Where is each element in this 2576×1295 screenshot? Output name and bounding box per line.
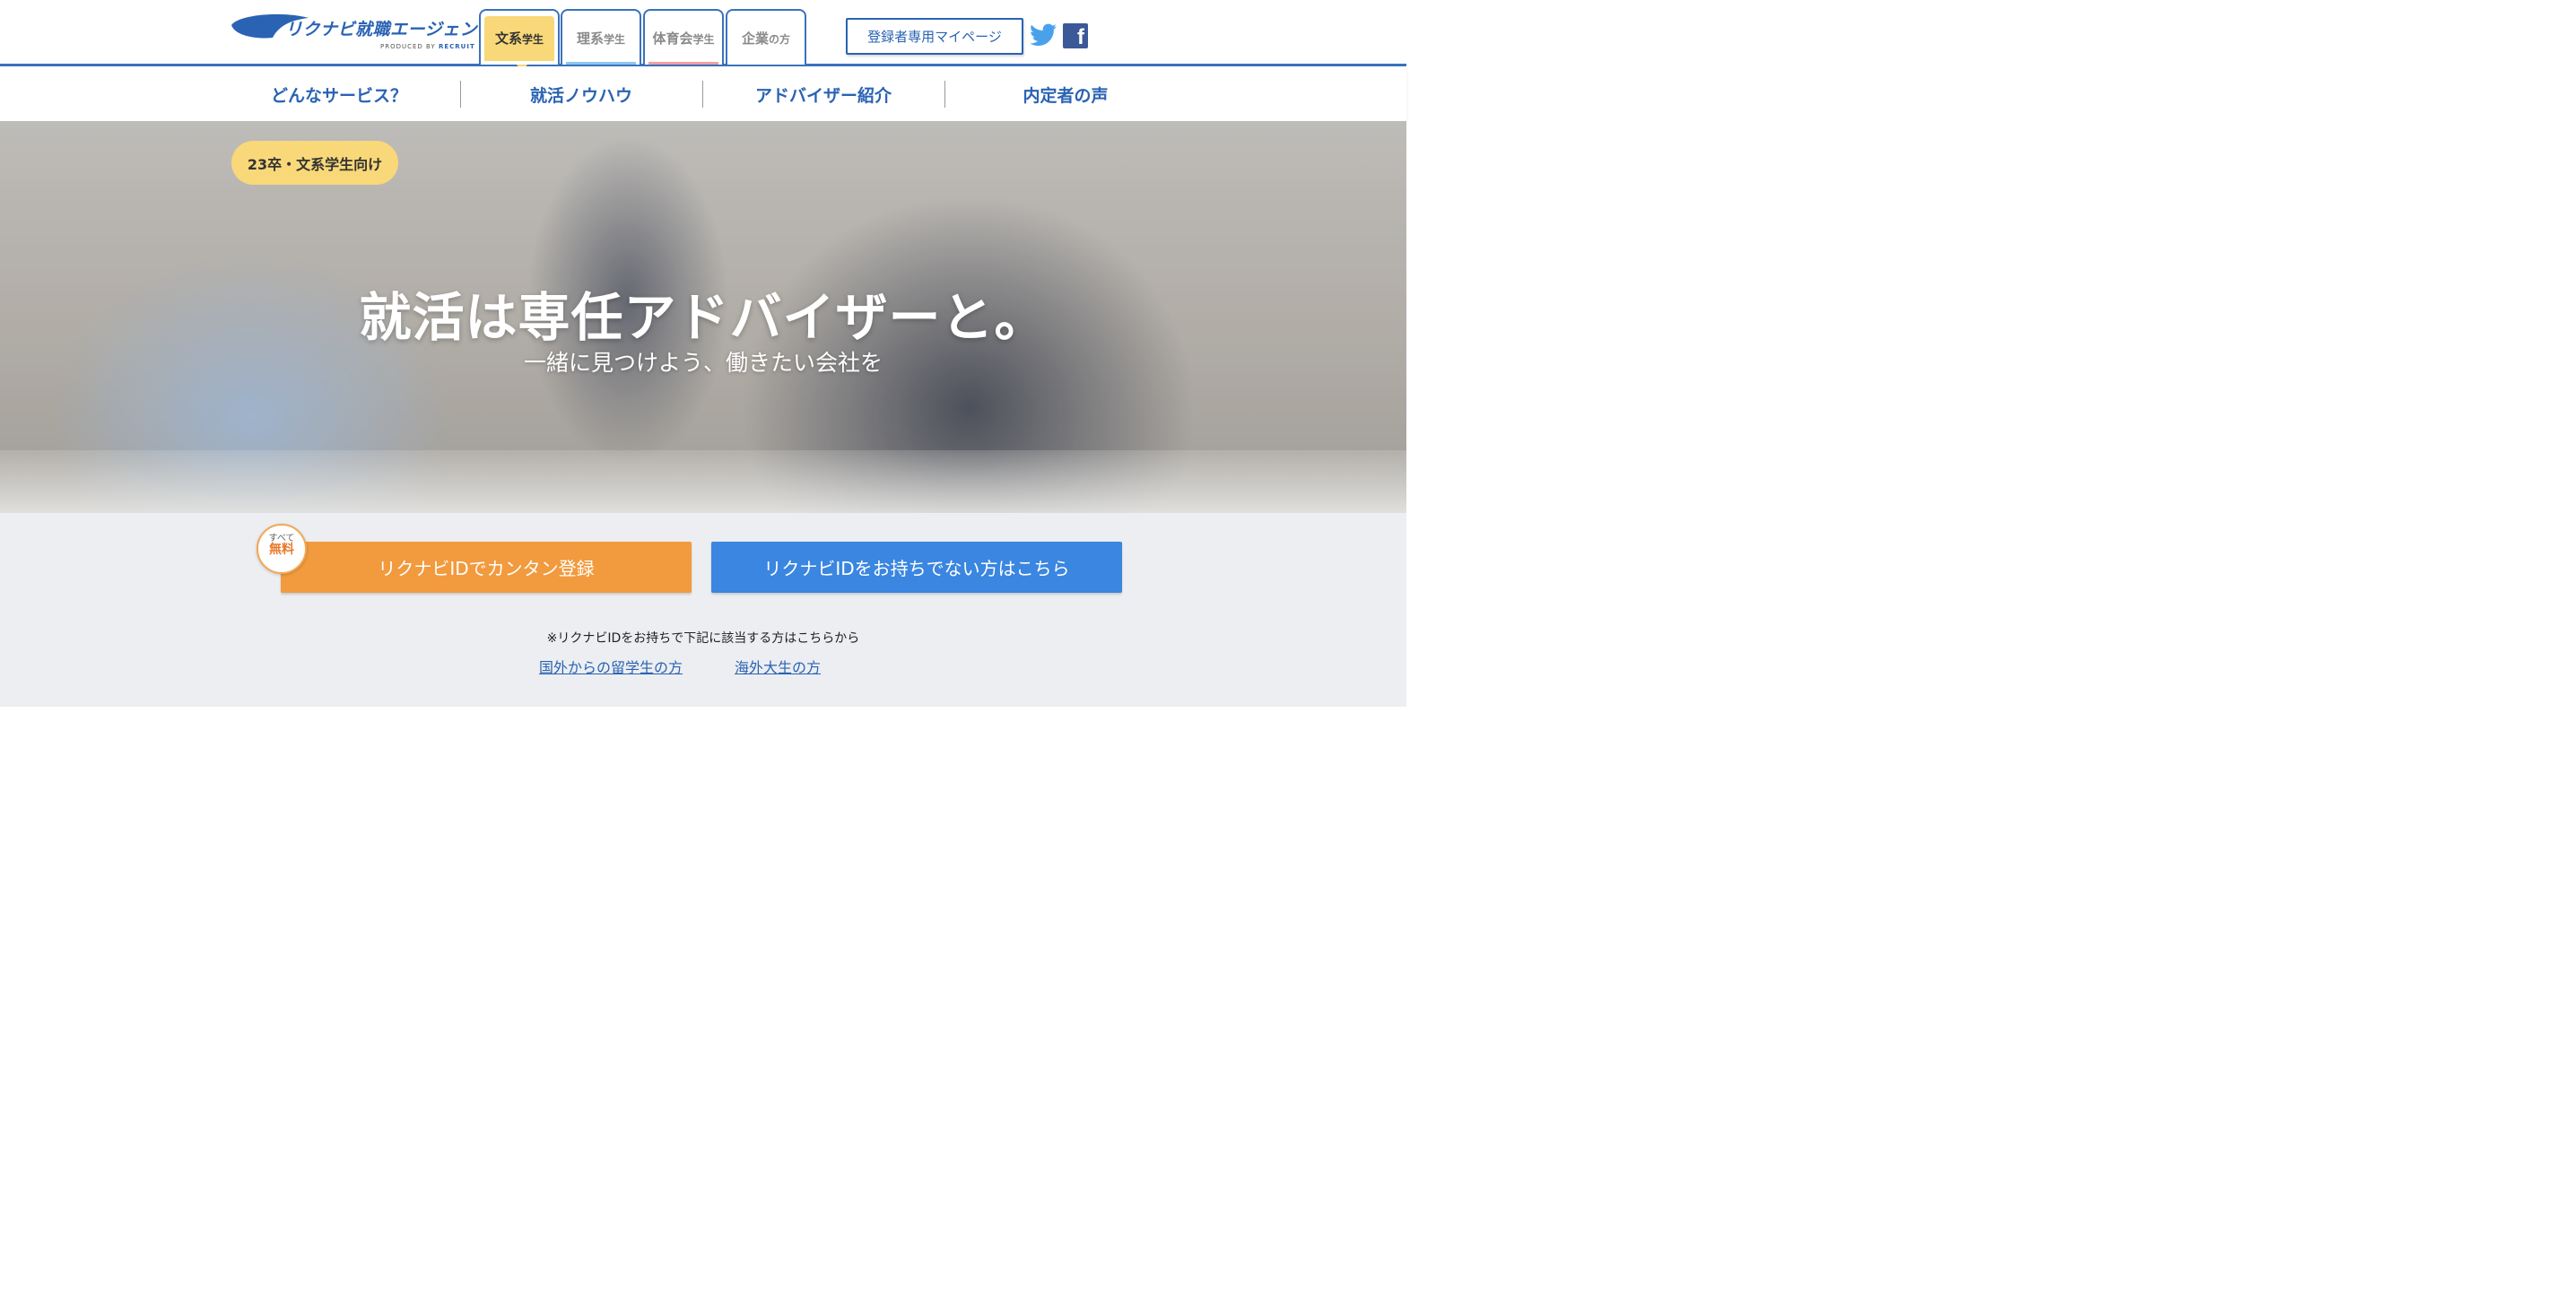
twitter-icon[interactable]	[1030, 23, 1057, 47]
tab-label: 理系学生	[577, 29, 625, 48]
target-audience-badge: 23卒・文系学生向け	[231, 141, 398, 185]
hero-title: 就活は専任アドバイザーと。	[359, 287, 1048, 348]
register-without-id-button[interactable]: リクナビIDをお持ちでない方はこちら	[711, 542, 1122, 593]
logo-produced-by-label: PRODUCED BY	[380, 43, 439, 50]
logo-text: リクナビ就職エージェント	[285, 20, 495, 39]
id-holder-note: ※リクナビIDをお持ちで下記に該当する方はこちらから	[546, 631, 860, 646]
tab-label-main: 理系	[576, 30, 604, 47]
tab-label-main: 企業	[741, 30, 769, 47]
nav-item-know-how[interactable]: 就活ノウハウ	[460, 79, 702, 109]
tab-label-suffix: の方	[769, 32, 791, 46]
facebook-icon[interactable]: f	[1063, 23, 1088, 48]
tab-companies[interactable]: 企業の方	[726, 9, 806, 65]
logo-recruit-brand: RECRUIT	[438, 43, 475, 50]
mypage-button[interactable]: 登録者専用マイページ	[846, 18, 1023, 55]
tab-humanities-students[interactable]: 文系学生	[479, 9, 560, 72]
overseas-university-link[interactable]: 海外大生の方	[735, 656, 821, 677]
hero-photo-desk	[0, 450, 1406, 513]
nav-item-advisors[interactable]: アドバイザー紹介	[702, 79, 944, 109]
free-badge-text: 無料	[269, 543, 294, 557]
cta-section	[0, 513, 1406, 707]
tab-label: 体育会学生	[652, 29, 714, 48]
site-logo[interactable]: リクナビ就職エージェント PRODUCED BY RECRUIT	[230, 11, 494, 56]
tab-science-students[interactable]: 理系学生	[561, 9, 641, 65]
register-with-id-button[interactable]: リクナビIDでカンタン登録	[281, 542, 692, 593]
international-student-link[interactable]: 国外からの留学生の方	[539, 656, 683, 677]
tab-accent-line	[566, 62, 636, 65]
tab-athletic-students[interactable]: 体育会学生	[643, 9, 724, 65]
tab-label-suffix: 学生	[522, 32, 544, 46]
hero-banner: 23卒・文系学生向け 就活は専任アドバイザーと。 一緒に見つけよう、働きたい会社…	[0, 121, 1406, 513]
tab-label-main: 体育会	[652, 30, 693, 47]
tab-accent-line	[648, 62, 718, 65]
tab-label-main: 文系	[494, 30, 522, 47]
facebook-glyph: f	[1077, 25, 1084, 48]
sub-navigation: どんなサービス？ 就活ノウハウ アドバイザー紹介 内定者の声	[0, 66, 1406, 121]
tab-label: 文系学生	[495, 29, 544, 48]
tab-label: 企業の方	[742, 29, 790, 48]
nav-item-services[interactable]: どんなサービス？	[218, 79, 460, 109]
tab-label-suffix: 学生	[692, 32, 715, 46]
nav-item-testimonials[interactable]: 内定者の声	[944, 79, 1187, 109]
logo-produced-by: PRODUCED BY RECRUIT	[380, 43, 475, 50]
site-header: リクナビ就職エージェント PRODUCED BY RECRUIT 文系学生 理系…	[0, 0, 1406, 72]
hero-subtitle: 一緒に見つけよう、働きたい会社を	[523, 350, 883, 376]
free-badge: すべて 無料	[257, 524, 307, 574]
tab-label-suffix: 学生	[604, 32, 626, 46]
